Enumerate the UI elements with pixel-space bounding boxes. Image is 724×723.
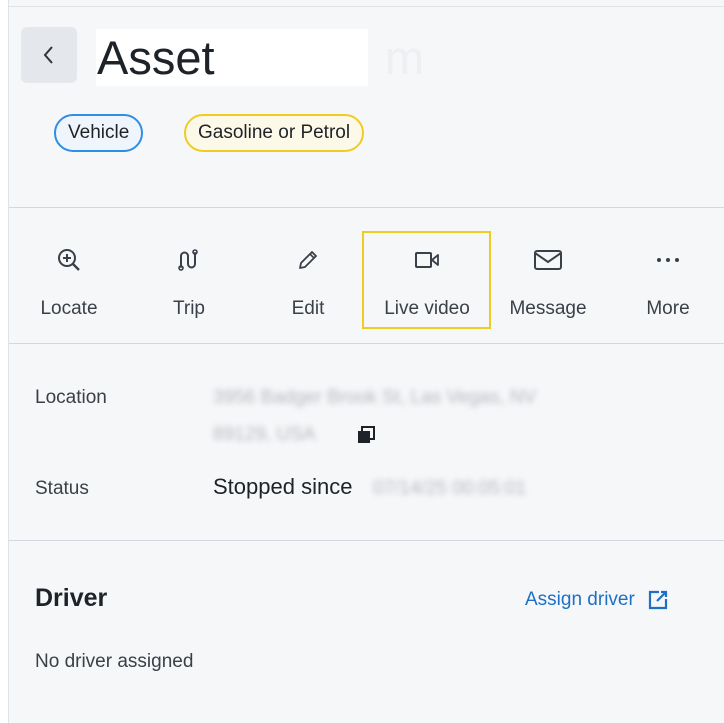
back-button[interactable] — [21, 27, 77, 83]
locate-label: Locate — [40, 298, 98, 319]
divider — [9, 540, 724, 541]
assign-driver-link[interactable]: Assign driver — [525, 589, 669, 611]
location-value-line2: 89129, USA — [213, 424, 316, 445]
edit-label: Edit — [291, 298, 325, 319]
route-icon — [178, 249, 198, 271]
message-label: Message — [509, 298, 587, 319]
no-driver-text: No driver assigned — [35, 651, 194, 672]
tag-vehicle: Vehicle — [54, 114, 144, 152]
location-value-line1: 3956 Badger Brook St, Las Vegas, NV — [213, 387, 537, 408]
edit-external-icon — [648, 590, 667, 610]
divider — [9, 343, 724, 344]
copy-icon[interactable] — [356, 425, 376, 445]
location-label: Location — [35, 387, 107, 408]
trip-button[interactable]: Trip — [167, 232, 211, 328]
status-label: Status — [35, 478, 89, 499]
more-label: More — [646, 298, 690, 319]
status-timestamp: 07/14/25 00:05:01 — [373, 478, 527, 499]
envelope-icon — [534, 250, 562, 270]
live-video-label: Live video — [384, 298, 470, 319]
video-camera-icon — [415, 252, 439, 268]
driver-section-title: Driver — [35, 584, 108, 612]
page-title: Asset — [97, 31, 215, 84]
pencil-icon — [299, 251, 317, 269]
assign-driver-label: Assign driver — [525, 589, 635, 610]
tag-fuel-type: Gasoline or Petrol — [184, 114, 365, 152]
more-button[interactable]: More — [642, 232, 694, 328]
chevron-left-icon — [43, 46, 53, 64]
edit-button[interactable]: Edit — [288, 232, 328, 328]
top-border — [9, 6, 724, 7]
asset-panel: Asset m Vehicle Gasoline or Petrol Locat… — [8, 0, 724, 723]
more-dots-icon — [657, 258, 679, 262]
live-video-button[interactable]: Live video — [374, 232, 480, 328]
message-button[interactable]: Message — [503, 232, 593, 328]
page-title-obscured: m — [385, 31, 425, 84]
locate-button[interactable]: Locate — [35, 232, 103, 328]
zoom-in-icon — [58, 249, 80, 271]
divider — [9, 207, 724, 208]
status-value: Stopped since — [213, 474, 353, 499]
trip-label: Trip — [172, 298, 206, 319]
